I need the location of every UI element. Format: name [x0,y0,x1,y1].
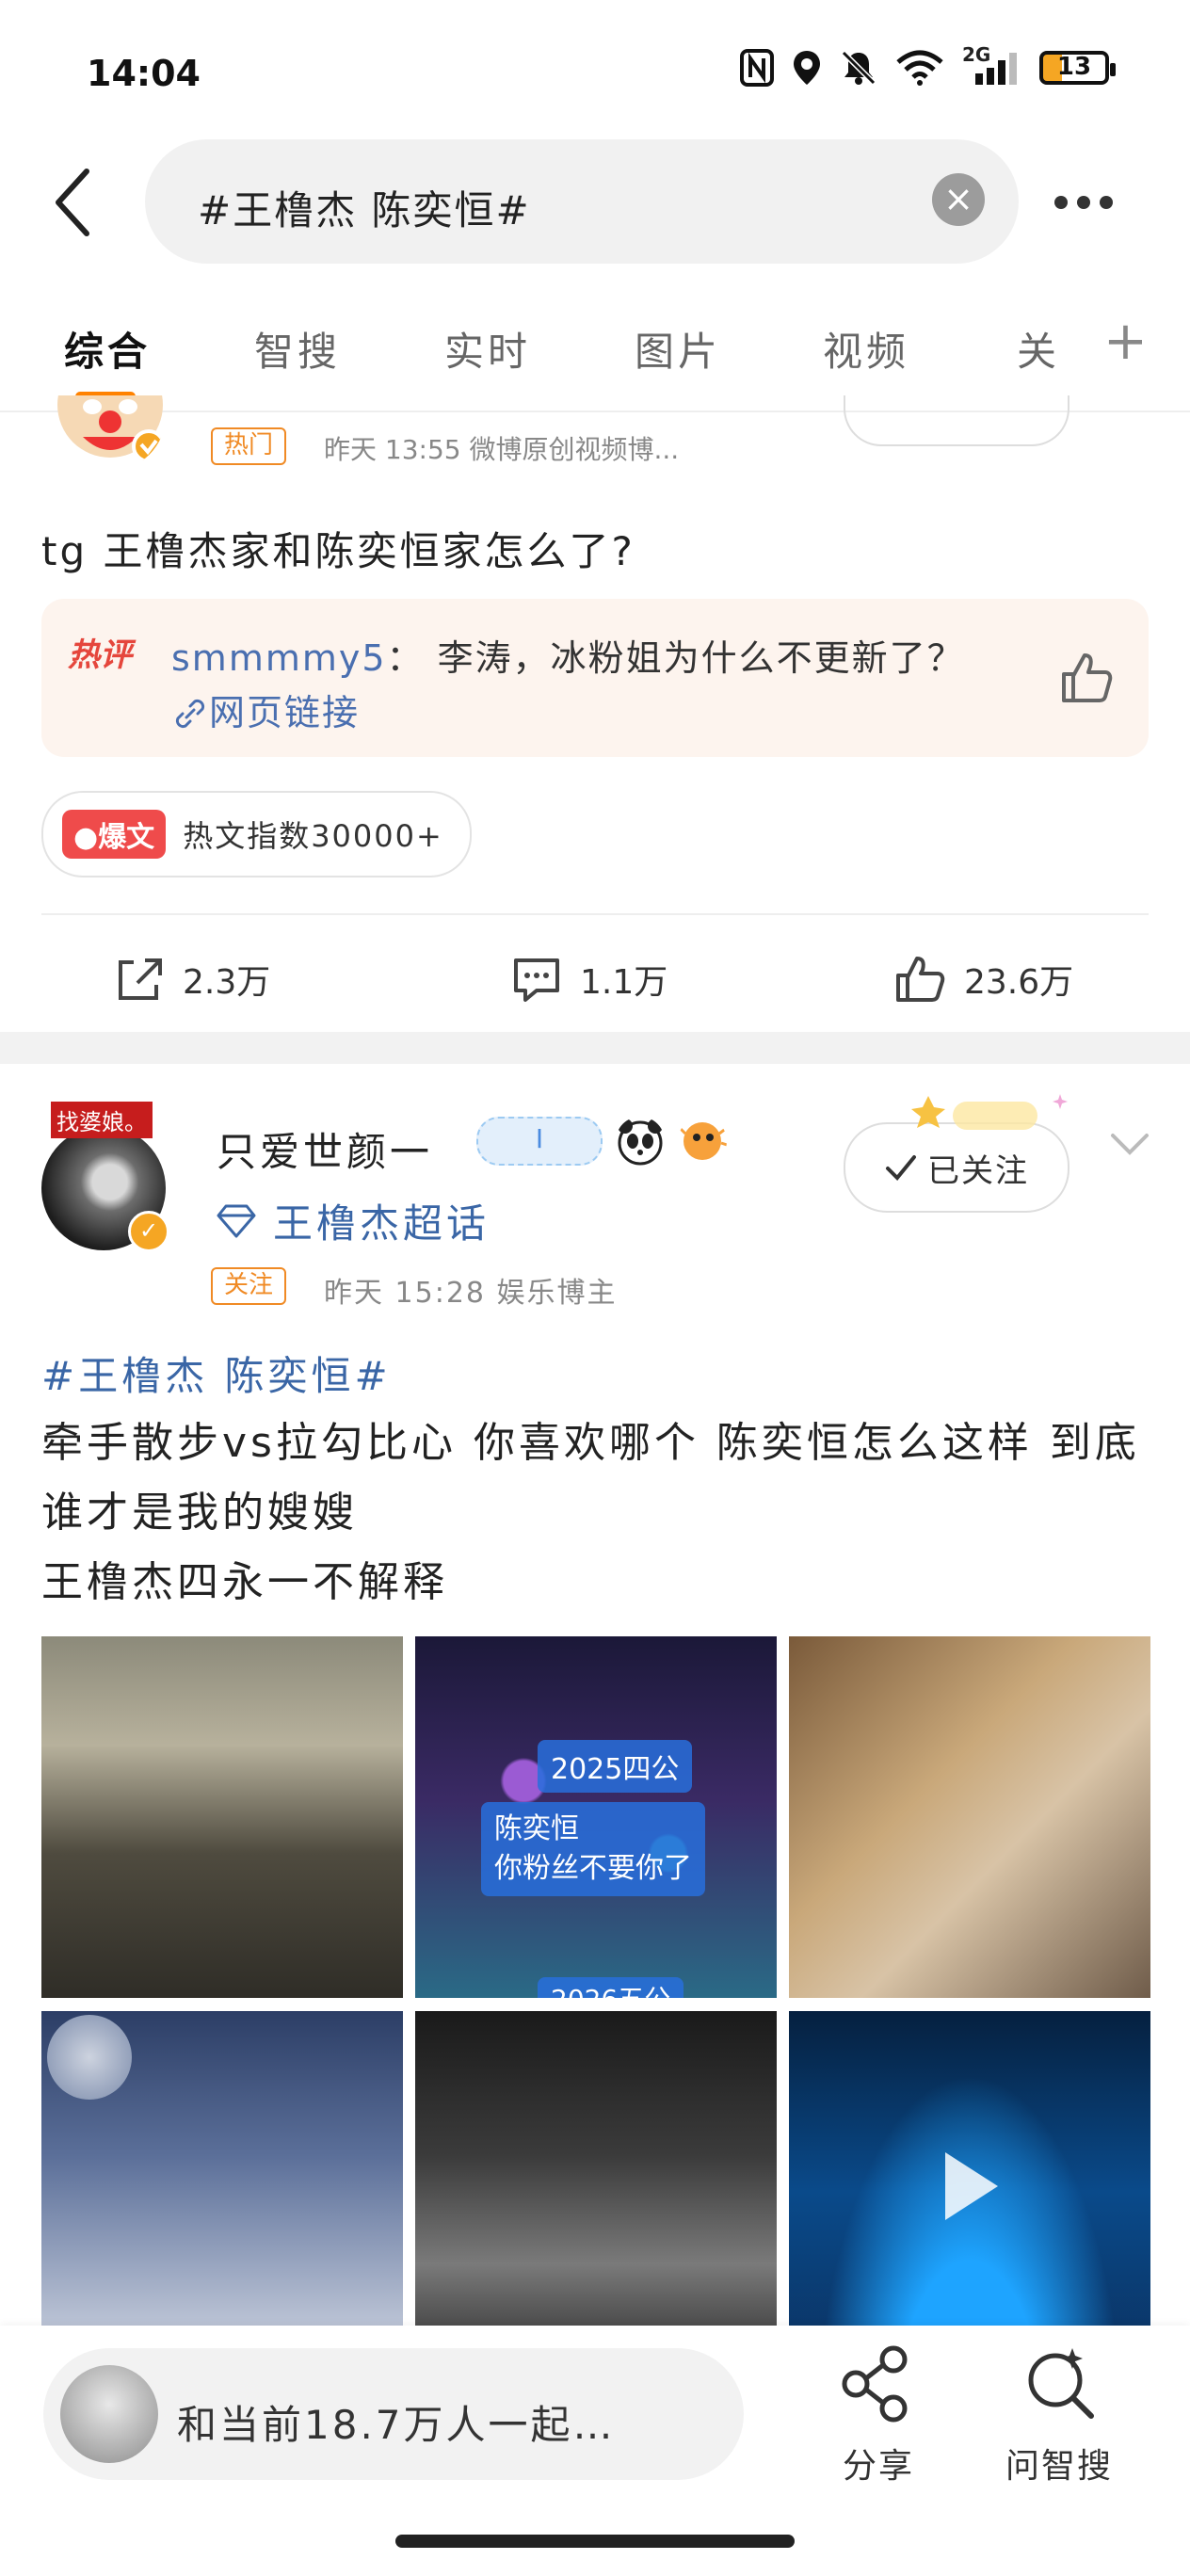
hot-comment-content: ： 李涛，冰粉姐为什么不更新了？ [386,637,965,679]
play-icon[interactable] [945,2152,998,2220]
vip-pill-icon: I [476,1117,603,1166]
comment-action[interactable]: 1.1万 [510,955,667,1004]
post-meta: 昨天 13:55 微博原创视频博... [324,434,680,465]
back-button[interactable] [45,160,102,245]
chevron-down-icon[interactable] [1107,1126,1152,1164]
like-icon [896,957,945,1002]
image-caption: 2026五公 [538,1977,684,1998]
decoration-stars-icon [911,1094,1068,1130]
post-meta: 昨天 15:28 娱乐博主 [324,1277,618,1310]
post-image-3[interactable] [789,1636,1150,1998]
avatar-tag: 找婆娘。 [51,1102,153,1138]
inset-avatar [47,2015,132,2100]
viral-badge: ●爆文 [62,810,167,859]
location-icon [794,51,820,85]
add-tab-button[interactable]: + [1103,311,1148,372]
post-image-4[interactable] [41,2011,403,2373]
live-avatar [60,2365,158,2463]
panda-icon [618,1119,663,1166]
mute-icon [841,50,876,86]
follow-badge: 关注 [211,1267,287,1305]
post-topic-link[interactable]: #王橹杰 陈奕恒# [41,1344,392,1402]
post-video-6[interactable] [789,2011,1150,2373]
cellular-signal-icon: 2G [962,43,1022,87]
live-discussion-text[interactable]: 和当前18.7万人一起… [177,2393,616,2451]
nfc-icon [740,49,774,87]
wifi-icon [896,50,943,86]
tab-comprehensive[interactable]: 综合 [64,320,151,378]
tab-follow[interactable]: 关 [1017,320,1064,378]
share-action[interactable]: 2.3万 [113,955,270,1004]
more-options-button[interactable] [1054,179,1139,226]
followed-label: 已关注 [927,1151,1029,1190]
hot-comment-text[interactable]: smmmmy5： 李涛，冰粉姐为什么不更新了？ 网页链接 [171,631,981,740]
share-label: 分享 [842,2447,914,2486]
status-time: 14:04 [87,53,201,94]
post-text[interactable]: tg 王橹杰家和陈奕恒家怎么了? [41,520,635,577]
tab-video[interactable]: 视频 [823,320,909,378]
author-name[interactable]: 只爱世颜一 [217,1120,433,1178]
divider [41,913,1149,915]
post-image-5[interactable] [415,2011,777,2373]
viral-badge-label: 爆文 [98,821,155,854]
image-grid: 2025四公 陈奕恒 你粉丝不要你了 2026五公 [41,1636,1150,2373]
share-icon [119,958,162,1000]
clown-avatar[interactable] [55,395,166,471]
tab-realtime[interactable]: 实时 [444,320,531,378]
web-link-label: 网页链接 [209,692,361,733]
clear-search-button[interactable]: × [932,173,985,226]
comment-icon [514,958,559,1002]
comment-count: 1.1万 [580,963,668,1002]
post-text[interactable]: 牵手散步vs拉勾比心 你喜欢哪个 陈奕恒怎么这样 到底谁才是我的嫂嫂 王橹杰四永… [41,1409,1162,1618]
author-decorations: I [476,1117,727,1166]
section-separator [0,1032,1190,1064]
image-caption: 2025四公 [538,1740,693,1793]
supertopic-label: 王橹杰超话 [273,1200,490,1247]
battery-level: 13 [1056,53,1092,81]
web-link[interactable]: 网页链接 [171,692,360,733]
hot-index-pill[interactable]: ●爆文 热文指数30000+ [41,791,472,877]
share-nodes-icon [842,2345,908,2423]
like-action[interactable]: 23.6万 [894,955,1073,1004]
link-icon [175,699,205,729]
post-text-line-2: 王橹杰四永一不解释 [41,1558,448,1606]
post-image-1[interactable] [41,1636,403,1998]
pufferfish-icon [678,1122,727,1160]
post-image-2[interactable]: 2025四公 陈奕恒 你粉丝不要你了 2026五公 [415,1636,777,1998]
image-caption: 陈奕恒 你粉丝不要你了 [481,1802,705,1896]
post-text-line-1: 牵手散步vs拉勾比心 你喜欢哪个 陈奕恒怎么这样 到底谁才是我的嫂嫂 [41,1419,1140,1537]
ask-label: 问智搜 [1005,2447,1113,2486]
hot-index-text: 热文指数30000+ [183,818,443,854]
status-icons: 2G 13 [740,43,1116,87]
hot-badge: 热门 [211,427,287,465]
search-query[interactable]: #王橹杰 陈奕恒# [198,179,531,236]
share-button[interactable]: 分享 [808,2343,949,2487]
share-count: 2.3万 [183,963,271,1002]
follow-button[interactable] [844,395,1069,446]
ask-smart-search-button[interactable]: 问智搜 [989,2343,1130,2487]
check-icon [886,1155,916,1181]
hot-comment-user[interactable]: smmmmy5 [171,637,387,679]
tab-images[interactable]: 图片 [635,320,721,378]
diamond-icon [217,1204,256,1237]
smart-search-icon [1028,2348,1094,2419]
tab-smart-search[interactable]: 智搜 [254,320,341,378]
hot-comment-logo: 热评 [68,636,132,674]
battery-icon: 13 [1039,51,1116,85]
supertopic-link[interactable]: 王橹杰超话 [215,1192,490,1249]
author-avatar[interactable]: 找婆娘。 ✓ [41,1102,171,1252]
comment-like-icon[interactable] [1056,648,1117,708]
verified-badge-icon: ✓ [128,1211,169,1252]
like-count: 23.6万 [964,963,1074,1002]
home-indicator[interactable] [395,2535,795,2548]
flame-icon: ● [73,821,99,854]
